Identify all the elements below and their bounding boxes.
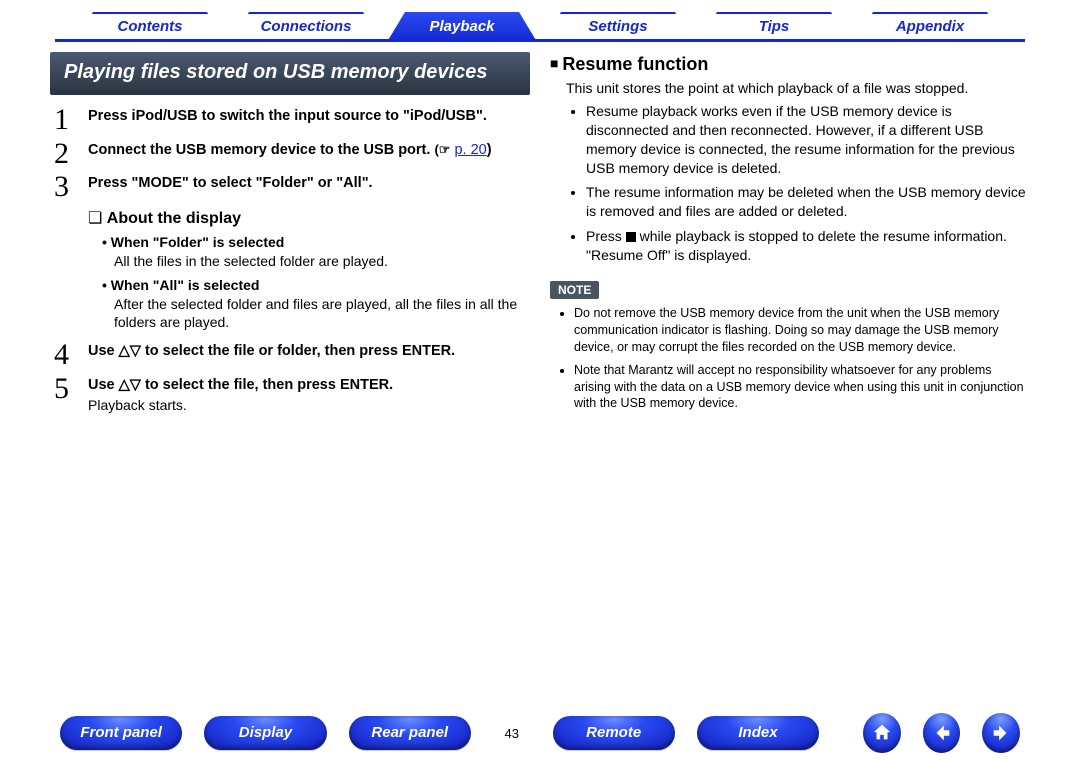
resume-intro: This unit stores the point at which play… — [566, 79, 1030, 98]
step-1: Press iPod/USB to switch the input sourc… — [50, 107, 530, 127]
section-title: Playing files stored on USB memory devic… — [50, 52, 530, 95]
step-2: Connect the USB memory device to the USB… — [50, 141, 530, 161]
home-icon — [871, 722, 893, 744]
right-column: Resume function This unit stores the poi… — [550, 52, 1030, 427]
resume-bullet-1: Resume playback works even if the USB me… — [586, 102, 1030, 178]
note-label: NOTE — [550, 281, 599, 299]
resume-heading: Resume function — [550, 54, 1030, 75]
display-all-body: After the selected folder and files are … — [114, 295, 530, 333]
arrow-right-icon — [990, 722, 1012, 744]
display-folder-body: All the files in the selected folder are… — [114, 252, 530, 271]
tab-playback[interactable]: Playback — [387, 12, 537, 42]
display-all-title: When "All" is selected — [102, 277, 530, 293]
step-3: Press "MODE" to select "Folder" or "All"… — [50, 174, 530, 194]
left-column: Playing files stored on USB memory devic… — [50, 52, 530, 427]
step-4: Use △▽ to select the file or folder, the… — [50, 342, 530, 362]
tab-contents[interactable]: Contents — [75, 12, 225, 42]
display-folder-title: When "Folder" is selected — [102, 234, 530, 250]
next-page-button[interactable] — [982, 713, 1020, 753]
tab-underline — [55, 39, 1025, 42]
nav-front-panel[interactable]: Front panel — [60, 716, 182, 750]
note-1: Do not remove the USB memory device from… — [574, 305, 1030, 356]
tab-settings[interactable]: Settings — [543, 12, 693, 42]
tab-appendix[interactable]: Appendix — [855, 12, 1005, 42]
nav-remote[interactable]: Remote — [553, 716, 675, 750]
top-tab-bar: Contents Connections Playback Settings T… — [0, 0, 1080, 42]
tab-connections[interactable]: Connections — [231, 12, 381, 42]
step-5: Use △▽ to select the file, then press EN… — [50, 376, 530, 414]
nav-index[interactable]: Index — [697, 716, 819, 750]
nav-rear-panel[interactable]: Rear panel — [349, 716, 471, 750]
note-2: Note that Marantz will accept no respons… — [574, 362, 1030, 413]
stop-icon — [626, 232, 636, 242]
arrow-left-icon — [931, 722, 953, 744]
prev-page-button[interactable] — [923, 713, 961, 753]
nav-display[interactable]: Display — [204, 716, 326, 750]
resume-bullet-3: Press while playback is stopped to delet… — [586, 227, 1030, 265]
about-display-heading: About the display — [88, 208, 530, 228]
page-ref-20-link[interactable]: p. 20 — [454, 142, 486, 158]
page-number: 43 — [493, 726, 531, 741]
home-button[interactable] — [863, 713, 901, 753]
bottom-nav: Front panel Display Rear panel 43 Remote… — [0, 713, 1080, 753]
resume-bullet-2: The resume information may be deleted wh… — [586, 183, 1030, 221]
tab-tips[interactable]: Tips — [699, 12, 849, 42]
